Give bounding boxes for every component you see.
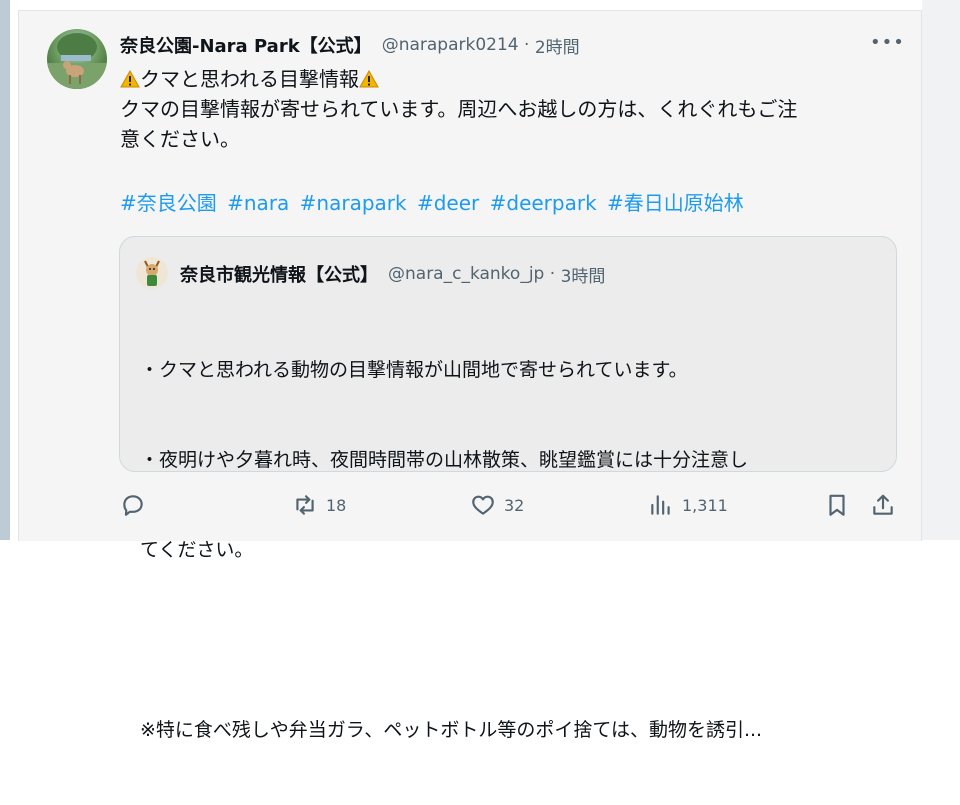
scrollbar-track[interactable] (922, 0, 960, 540)
post-text: クマと思われる目撃情報 クマの目撃情報が寄せられています。周辺へお越しの方は、く… (120, 64, 900, 154)
quoted-author-avatar[interactable] (136, 257, 168, 289)
more-icon[interactable]: ••• (870, 34, 904, 56)
left-border (0, 0, 10, 540)
hashtag-link[interactable]: #deer (417, 191, 479, 215)
hashtag-link[interactable]: #春日山原始林 (607, 191, 744, 215)
repost-count: 18 (326, 495, 347, 515)
action-bar: 18 32 1,311 (120, 488, 900, 522)
quoted-text: ・クマと思われる動物の目撃情報が山間地で寄せられています。 ・夜明けや夕暮れ時、… (140, 295, 880, 805)
quoted-line: ・夜明けや夕暮れ時、夜間時間帯の山林散策、眺望鑑賞には十分注意し (140, 449, 749, 471)
reply-button[interactable] (120, 488, 154, 522)
bookmark-icon (829, 494, 845, 516)
post-title-line: クマと思われる目撃情報 (140, 67, 359, 91)
like-button[interactable]: 32 (470, 488, 524, 522)
author-avatar[interactable] (47, 29, 107, 89)
header-separator: · (518, 35, 535, 55)
post-time[interactable]: 2時間 (535, 33, 580, 58)
mascot-image (144, 260, 160, 286)
post-body-line: クマの目撃情報が寄せられています。周辺へお越しの方は、くれぐれもご注 (120, 97, 798, 121)
hashtag-link[interactable]: #deerpark (490, 191, 597, 215)
repost-icon (296, 495, 314, 515)
reply-icon (123, 495, 143, 516)
author-handle[interactable]: @narapark0214 (382, 35, 519, 55)
repost-button[interactable]: 18 (292, 488, 346, 522)
quoted-author-name[interactable]: 奈良市観光情報【公式】 (180, 261, 378, 287)
views-icon (651, 495, 670, 515)
share-button[interactable] (870, 488, 896, 522)
quoted-line: ・クマと思われる動物の目撃情報が山間地で寄せられています。 (140, 359, 688, 381)
share-icon (873, 494, 893, 515)
bookmark-button[interactable] (824, 488, 850, 522)
quoted-header: 奈良市観光情報【公式】 @nara_c_kanko_jp · 3時間 (180, 261, 605, 287)
hashtag-list: #奈良公園 #nara #narapark #deer #deerpark #春… (120, 188, 748, 218)
warning-icon (120, 66, 140, 88)
hashtag-link[interactable]: #奈良公園 (120, 191, 217, 215)
view-count: 1,311 (682, 495, 728, 515)
like-count: 32 (504, 495, 525, 515)
hashtag-link[interactable]: #nara (227, 191, 289, 215)
quoted-line (140, 625, 880, 655)
quoted-time[interactable]: 3時間 (561, 262, 606, 287)
warning-icon (359, 66, 379, 88)
author-name[interactable]: 奈良公園-Nara Park【公式】 (120, 32, 372, 58)
views-button[interactable]: 1,311 (648, 488, 728, 522)
post-header: 奈良公園-Nara Park【公式】 @narapark0214 · 2時間 (120, 32, 580, 58)
quoted-author-handle[interactable]: @nara_c_kanko_jp (388, 264, 544, 284)
avatar-image (47, 33, 107, 89)
like-icon (472, 495, 494, 515)
post-body-line: 意ください。 (120, 127, 240, 151)
quoted-post[interactable]: 奈良市観光情報【公式】 @nara_c_kanko_jp · 3時間 ・クマと思… (119, 236, 897, 741)
hashtag-link[interactable]: #narapark (300, 191, 407, 215)
header-separator: · (544, 264, 561, 284)
quoted-line: ※特に食べ残しや弁当ガラ、ペットボトル等のポイ捨ては、動物を誘引... (140, 719, 763, 741)
